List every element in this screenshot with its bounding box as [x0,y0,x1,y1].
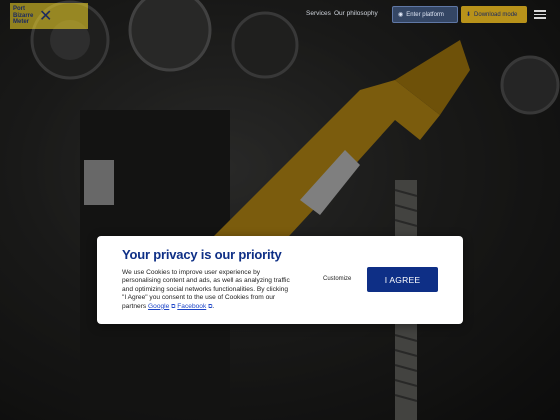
wrench-icon: ✕ [39,8,53,25]
nav-link-philosophy[interactable]: Our philosophy [334,10,378,17]
external-link-icon: ⧉ [171,303,176,310]
cookie-consent-dialog: Your privacy is our priority We use Cook… [97,236,463,324]
enter-platform-label: Enter platform [406,11,444,18]
agree-button[interactable]: I AGREE [367,267,438,292]
consent-end-punct: . [212,302,215,310]
facebook-link[interactable]: Facebook [177,303,206,310]
hamburger-menu-icon[interactable] [534,8,546,20]
download-icon: ⬇ [466,12,472,18]
google-link[interactable]: Google [148,303,169,310]
site-header: Port Bizarre Meter ✕ Services Our philos… [0,0,560,32]
consent-body: We use Cookies to improve user experienc… [122,269,290,311]
consent-title: Your privacy is our priority [122,247,282,262]
nav-link-services[interactable]: Services [306,10,331,17]
customize-button[interactable]: Customize [323,276,351,282]
platform-icon: ◉ [398,12,404,18]
enter-platform-button[interactable]: ◉ Enter platform [392,6,458,23]
site-logo[interactable]: Port Bizarre Meter ✕ [10,3,88,29]
logo-wordmark: Port Bizarre Meter [13,6,34,26]
dim-overlay [0,0,560,420]
download-mode-button[interactable]: ⬇ Download mode [461,6,527,23]
download-mode-label: Download mode [474,11,518,18]
